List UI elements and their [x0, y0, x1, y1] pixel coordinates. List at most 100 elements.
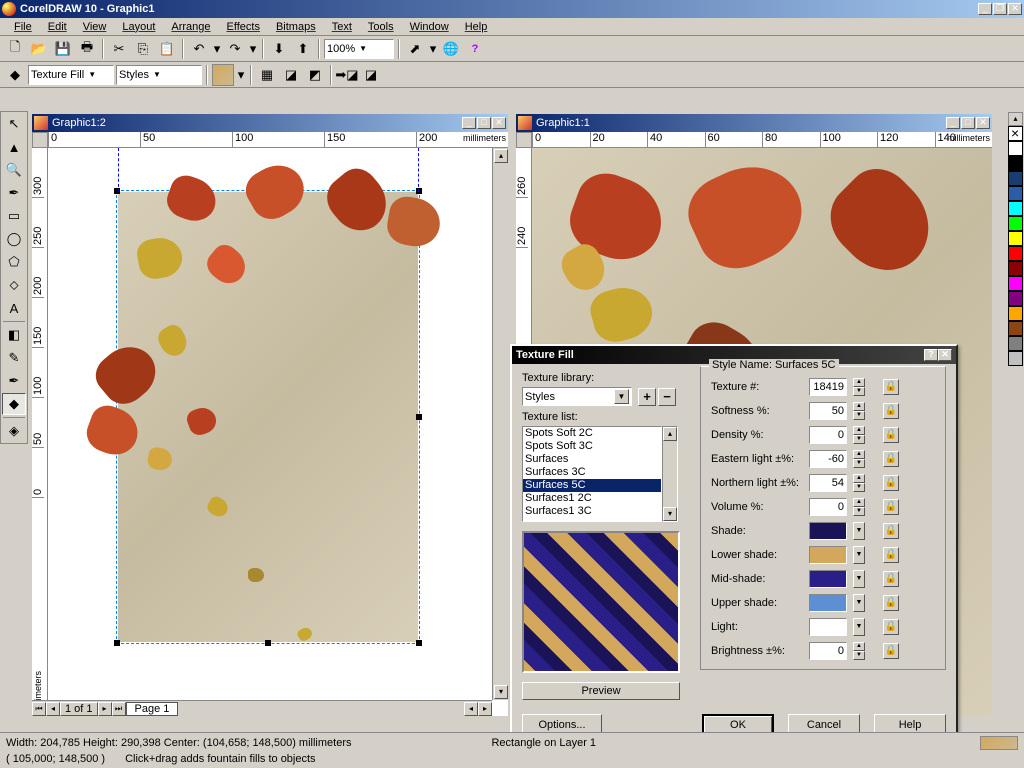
ruler-vertical[interactable]: 300 250 200 150 100 50 0 millimeters [32, 148, 48, 716]
lock-icon[interactable]: 🔒 [883, 427, 899, 443]
list-item[interactable]: Surfaces [523, 453, 661, 466]
pick-tool[interactable]: ↖ [2, 113, 26, 135]
library-remove-button[interactable]: − [658, 388, 676, 406]
color-dropdown[interactable]: ▼ [853, 594, 865, 612]
page-first[interactable]: ⏮ [32, 702, 46, 716]
color-swatch[interactable] [1008, 291, 1023, 306]
spin-up[interactable]: ▲ [853, 498, 865, 507]
color-swatch[interactable] [1008, 321, 1023, 336]
freehand-tool[interactable]: ✒ [2, 182, 26, 204]
menu-bitmaps[interactable]: Bitmaps [268, 19, 324, 35]
dialog-help-button[interactable]: ? [924, 349, 938, 361]
undo-button[interactable]: ↶ [188, 38, 210, 60]
vscrollbar[interactable]: ▴ ▾ [492, 148, 508, 700]
doc2-close[interactable]: ✕ [976, 117, 990, 129]
scroll-down[interactable]: ▾ [494, 685, 508, 699]
param-color[interactable] [809, 618, 847, 636]
lock-icon[interactable]: 🔒 [883, 451, 899, 467]
menu-effects[interactable]: Effects [219, 19, 268, 35]
color-swatch[interactable] [1008, 351, 1023, 366]
doc1-min[interactable]: _ [462, 117, 476, 129]
param-value[interactable]: -60 [809, 450, 847, 468]
scroll-left[interactable]: ◂ [464, 702, 478, 716]
param-value[interactable]: 0 [809, 498, 847, 516]
lock-icon[interactable]: 🔒 [883, 379, 899, 395]
list-item[interactable]: Surfaces 5C [523, 479, 661, 492]
color-swatch[interactable] [1008, 201, 1023, 216]
color-swatch[interactable] [1008, 261, 1023, 276]
lock-icon[interactable]: 🔒 [883, 403, 899, 419]
param-value[interactable]: 0 [809, 426, 847, 444]
polygon-tool[interactable]: ⬠ [2, 251, 26, 273]
front-color-button[interactable]: ◪ [280, 64, 302, 86]
interactive-tool[interactable]: ◈ [2, 420, 26, 442]
scroll-up[interactable]: ▴ [494, 149, 508, 163]
menu-window[interactable]: Window [402, 19, 457, 35]
param-value[interactable]: 50 [809, 402, 847, 420]
color-dropdown[interactable]: ▼ [853, 570, 865, 588]
list-scroll-up[interactable]: ▴ [663, 427, 677, 441]
edit-fill-button[interactable]: ▦ [256, 64, 278, 86]
spin-down[interactable]: ▼ [853, 411, 865, 420]
param-color[interactable] [809, 594, 847, 612]
list-item[interactable]: Surfaces 3C [523, 466, 661, 479]
apply-fill-button[interactable]: ◪ [360, 64, 382, 86]
open-button[interactable]: 📂 [28, 38, 50, 60]
param-color[interactable] [809, 522, 847, 540]
page-tab[interactable]: Page 1 [126, 702, 179, 716]
paste-button[interactable]: 📋 [156, 38, 178, 60]
zoom-tool[interactable]: 🔍 [2, 159, 26, 181]
doc1-max[interactable]: □ [477, 117, 491, 129]
menu-layout[interactable]: Layout [114, 19, 163, 35]
color-dropdown[interactable]: ▼ [853, 546, 865, 564]
lock-icon[interactable]: 🔒 [883, 643, 899, 659]
back-color-button[interactable]: ◩ [304, 64, 326, 86]
maximize-button[interactable]: ❐ [993, 3, 1007, 15]
color-swatch[interactable] [1008, 336, 1023, 351]
spin-down[interactable]: ▼ [853, 435, 865, 444]
color-dropdown[interactable]: ▼ [853, 522, 865, 540]
list-item[interactable]: Spots Soft 2C [523, 427, 661, 440]
web-button[interactable]: 🌐 [440, 38, 462, 60]
spin-down[interactable]: ▼ [853, 651, 865, 660]
color-swatch[interactable] [1008, 216, 1023, 231]
undo-drop[interactable]: ▾ [212, 38, 222, 60]
spin-up[interactable]: ▲ [853, 426, 865, 435]
param-value[interactable]: 0 [809, 642, 847, 660]
lock-icon[interactable]: 🔒 [883, 523, 899, 539]
palette-up[interactable]: ▴ [1008, 112, 1023, 126]
import-button[interactable]: ⬇ [268, 38, 290, 60]
list-item[interactable]: Surfaces1 3C [523, 505, 661, 518]
spin-down[interactable]: ▼ [853, 459, 865, 468]
help-button[interactable]: ? [464, 38, 486, 60]
library-select[interactable]: Styles ▼ [522, 387, 632, 406]
texture-drop[interactable]: ▾ [236, 64, 246, 86]
dialog-close-button[interactable]: ✕ [938, 349, 952, 361]
launch-drop[interactable]: ▾ [428, 38, 438, 60]
redo-button[interactable]: ↷ [224, 38, 246, 60]
lock-icon[interactable]: 🔒 [883, 571, 899, 587]
color-dropdown[interactable]: ▼ [853, 618, 865, 636]
outline-tool[interactable]: ✒ [2, 370, 26, 392]
scroll-right[interactable]: ▸ [478, 702, 492, 716]
rectangle-tool[interactable]: ▭ [2, 205, 26, 227]
page-prev[interactable]: ◂ [46, 702, 60, 716]
zoom-combo[interactable]: 100%▼ [324, 39, 394, 59]
param-value[interactable]: 54 [809, 474, 847, 492]
spin-up[interactable]: ▲ [853, 450, 865, 459]
spin-down[interactable]: ▼ [853, 387, 865, 396]
ruler-horizontal-2[interactable]: 0 20 40 60 80 100 120 140 millimeters [532, 132, 992, 148]
minimize-button[interactable]: _ [978, 3, 992, 15]
shape-tool[interactable]: ▲ [2, 136, 26, 158]
spin-up[interactable]: ▲ [853, 378, 865, 387]
save-button[interactable]: 💾 [52, 38, 74, 60]
list-scroll-down[interactable]: ▾ [663, 507, 677, 521]
color-swatch[interactable] [1008, 141, 1023, 156]
no-fill-swatch[interactable] [1008, 126, 1023, 141]
lock-icon[interactable]: 🔒 [883, 595, 899, 611]
param-color[interactable] [809, 546, 847, 564]
eyedropper-tool[interactable]: ✎ [2, 347, 26, 369]
lock-icon[interactable]: 🔒 [883, 547, 899, 563]
new-button[interactable]: 🗋 [4, 38, 26, 60]
text-tool[interactable]: A [2, 297, 26, 319]
